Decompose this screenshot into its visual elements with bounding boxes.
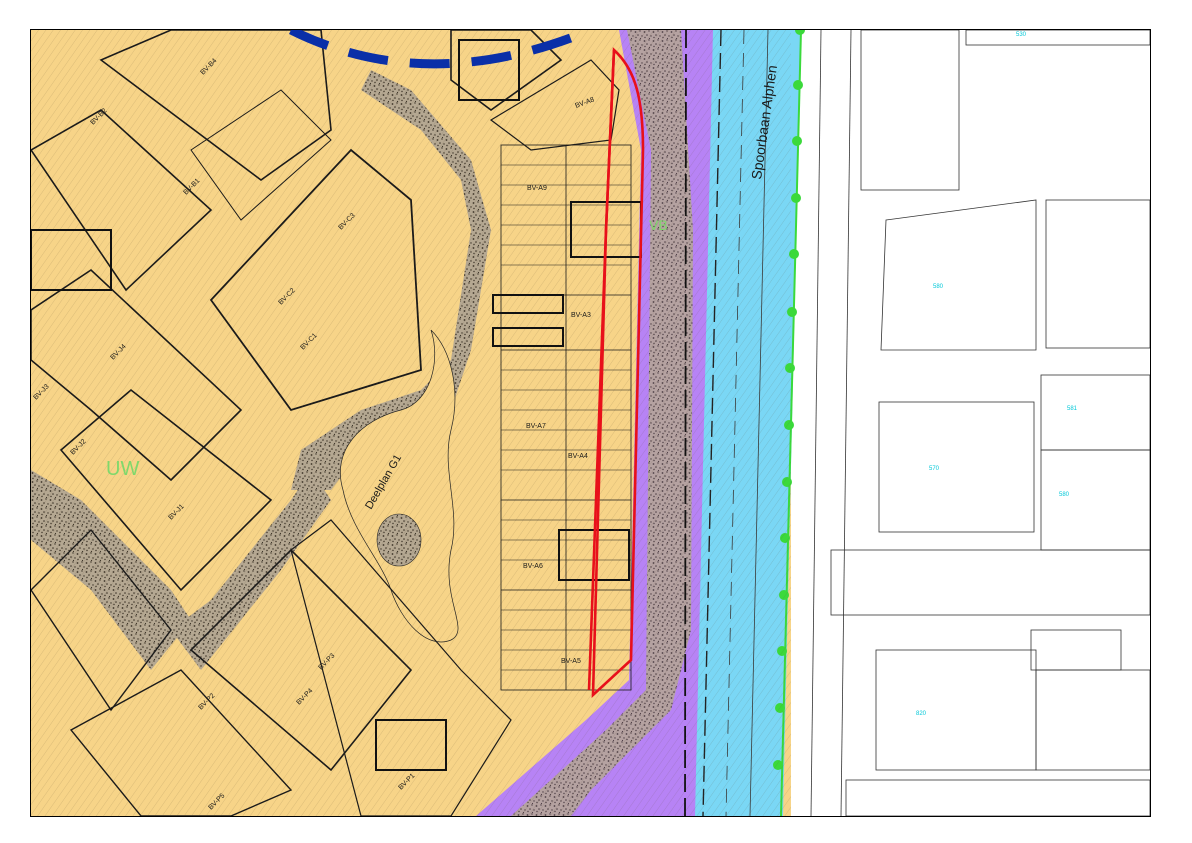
block-label: BV-A7 [526, 423, 546, 430]
zone-code-vb: VB [649, 217, 668, 233]
zone-code-uw: UW [106, 458, 139, 480]
parcel-number: 581 [1067, 406, 1078, 412]
map-frame: UW VB Spoorbaan Alphen Deelplan G1 BV-A8… [30, 29, 1151, 817]
adjacent-area [791, 30, 1150, 816]
parcel-number: 530 [1016, 32, 1027, 38]
block-label: BV-A4 [568, 453, 588, 460]
parcel-hatch [31, 30, 791, 816]
parcel-number: 570 [929, 466, 940, 472]
parcel-number: 580 [1059, 492, 1070, 498]
block-label: BV-A3 [571, 312, 591, 319]
parcel-number: 580 [933, 284, 944, 290]
block-label: BV-A9 [527, 185, 547, 192]
block-label: BV-A6 [523, 563, 543, 570]
parcel-number: 820 [916, 711, 927, 717]
block-label: BV-A5 [561, 658, 581, 665]
map-canvas: UW VB Spoorbaan Alphen Deelplan G1 BV-A8… [31, 30, 1150, 816]
